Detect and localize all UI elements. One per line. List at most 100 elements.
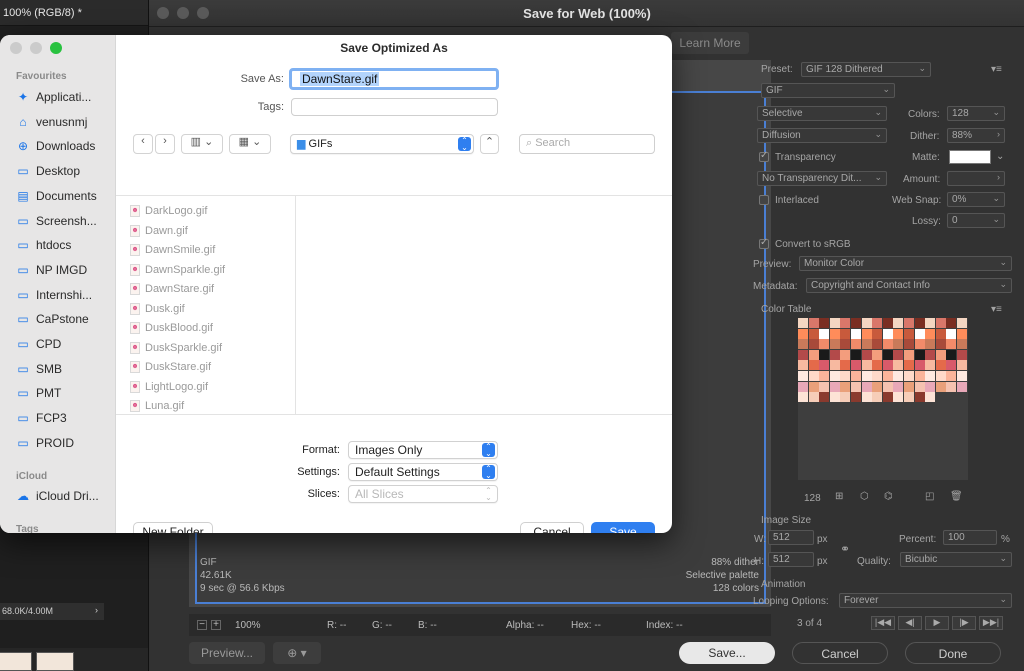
color-swatch[interactable]: [829, 349, 840, 360]
color-swatch[interactable]: [946, 349, 957, 360]
color-swatch[interactable]: [882, 349, 893, 360]
color-swatch[interactable]: [819, 371, 830, 381]
color-swatch[interactable]: [914, 381, 925, 392]
color-swatch[interactable]: [946, 318, 957, 328]
file-list-item[interactable]: ☻ LightLogo.gif: [130, 378, 208, 396]
color-swatch[interactable]: [861, 349, 872, 360]
file-list-item[interactable]: ☻ DuskStare.gif: [130, 358, 211, 376]
color-swatch[interactable]: [904, 360, 914, 371]
dialog-cancel-button[interactable]: Cancel: [520, 522, 584, 533]
file-list-item[interactable]: ☻ Dusk.gif: [130, 300, 185, 318]
dither-algorithm-select[interactable]: Diffusion ⌄: [757, 128, 887, 143]
color-swatch[interactable]: [840, 360, 851, 371]
color-swatch[interactable]: [819, 381, 830, 392]
width-field[interactable]: 512: [768, 530, 814, 545]
color-table-menu-icon[interactable]: ▾≡: [991, 304, 1002, 315]
sidebar-item[interactable]: ▭ Desktop: [16, 161, 112, 181]
web-snap-field[interactable]: 0% ⌄: [947, 192, 1005, 207]
color-swatch[interactable]: [946, 381, 957, 392]
color-swatch[interactable]: [914, 318, 925, 328]
sidebar-item[interactable]: ▭ CPD: [16, 334, 112, 354]
color-swatch[interactable]: [935, 328, 946, 339]
color-swatch[interactable]: [851, 349, 861, 360]
learn-more-button[interactable]: Learn More: [671, 32, 749, 54]
color-swatch[interactable]: [882, 392, 893, 403]
color-swatch[interactable]: [882, 371, 893, 381]
sidebar-item[interactable]: ▭ FCP3: [16, 408, 112, 428]
color-swatch[interactable]: [882, 381, 893, 392]
color-swatch[interactable]: [957, 360, 967, 371]
color-swatch[interactable]: [872, 392, 883, 403]
color-swatch[interactable]: [861, 392, 872, 403]
color-swatch[interactable]: [935, 371, 946, 381]
trash-icon[interactable]: 🗑: [950, 491, 963, 502]
color-swatch[interactable]: [840, 318, 851, 328]
color-swatch[interactable]: [851, 360, 861, 371]
color-swatch[interactable]: [798, 392, 808, 403]
zoom-icon[interactable]: [197, 7, 209, 19]
color-swatch[interactable]: [861, 318, 872, 328]
color-swatch[interactable]: [957, 318, 967, 328]
convert-srgb-checkbox[interactable]: [759, 237, 769, 249]
color-swatch[interactable]: [819, 349, 830, 360]
color-swatch[interactable]: [829, 328, 840, 339]
looping-select[interactable]: Forever ⌄: [839, 593, 1012, 608]
save-button[interactable]: Save...: [679, 642, 775, 664]
sidebar-item[interactable]: ▭ PROID: [16, 433, 112, 453]
color-swatch[interactable]: [882, 328, 893, 339]
sidebar-item[interactable]: ⊕ Downloads: [16, 136, 112, 156]
file-list-item[interactable]: ☻ DawnStare.gif: [130, 280, 214, 298]
color-swatch[interactable]: [904, 328, 914, 339]
sidebar-item[interactable]: ▤ Documents: [16, 186, 112, 206]
color-swatch[interactable]: [829, 371, 840, 381]
format-popup[interactable]: Images Only ⌃ ⌄: [348, 441, 498, 459]
sidebar-item[interactable]: ▭ PMT: [16, 383, 112, 403]
preview-mode-select[interactable]: Monitor Color ⌄: [799, 256, 1012, 271]
height-field[interactable]: 512: [768, 552, 814, 567]
file-list-item[interactable]: ☻ Luna.gif: [130, 397, 184, 415]
color-swatch[interactable]: [935, 339, 946, 350]
color-swatch[interactable]: [925, 349, 936, 360]
color-swatch[interactable]: [904, 339, 914, 350]
color-swatch[interactable]: [872, 371, 883, 381]
preview-browser-button[interactable]: Preview...: [189, 642, 265, 664]
color-swatch[interactable]: [904, 392, 914, 403]
color-swatch[interactable]: [946, 360, 957, 371]
chevron-down-icon[interactable]: ⌄: [996, 151, 1004, 162]
color-swatch[interactable]: [893, 371, 904, 381]
next-frame-icon[interactable]: |▶: [952, 616, 976, 630]
file-list-item[interactable]: ☻ DawnSmile.gif: [130, 241, 215, 259]
color-swatch[interactable]: [882, 360, 893, 371]
color-swatch[interactable]: [829, 360, 840, 371]
color-swatch[interactable]: [925, 392, 936, 403]
dither-amount-field[interactable]: 88% ›: [947, 128, 1005, 143]
color-swatch[interactable]: [861, 360, 872, 371]
color-swatch[interactable]: [808, 339, 819, 350]
color-swatch[interactable]: [872, 381, 883, 392]
color-swatch[interactable]: [861, 328, 872, 339]
color-swatch[interactable]: [840, 328, 851, 339]
settings-popup[interactable]: Default Settings ⌃ ⌄: [348, 463, 498, 481]
color-swatch[interactable]: [957, 371, 967, 381]
link-icon[interactable]: ⚭: [840, 542, 850, 556]
color-swatch[interactable]: [851, 392, 861, 403]
color-swatch[interactable]: [840, 371, 851, 381]
color-swatch[interactable]: [808, 371, 819, 381]
metadata-select[interactable]: Copyright and Contact Info ⌄: [806, 278, 1012, 293]
add-color-icon[interactable]: ⌬: [884, 491, 893, 502]
color-swatch[interactable]: [798, 318, 808, 328]
color-swatch[interactable]: [861, 371, 872, 381]
preset-select[interactable]: GIF 128 Dithered ⌄: [801, 62, 931, 77]
save-as-field[interactable]: DawnStare.gif: [289, 68, 499, 90]
zoom-in-icon[interactable]: +: [211, 620, 221, 630]
file-list-item[interactable]: ☻ DawnSparkle.gif: [130, 261, 225, 279]
color-swatch[interactable]: [798, 371, 808, 381]
color-swatch[interactable]: [872, 328, 883, 339]
close-icon[interactable]: [157, 7, 169, 19]
color-swatch[interactable]: [808, 360, 819, 371]
status-chevron-icon[interactable]: ›: [95, 605, 98, 615]
dialog-save-button[interactable]: Save: [591, 522, 655, 533]
color-swatch[interactable]: [840, 381, 851, 392]
color-swatch[interactable]: [829, 381, 840, 392]
color-swatch[interactable]: [798, 328, 808, 339]
